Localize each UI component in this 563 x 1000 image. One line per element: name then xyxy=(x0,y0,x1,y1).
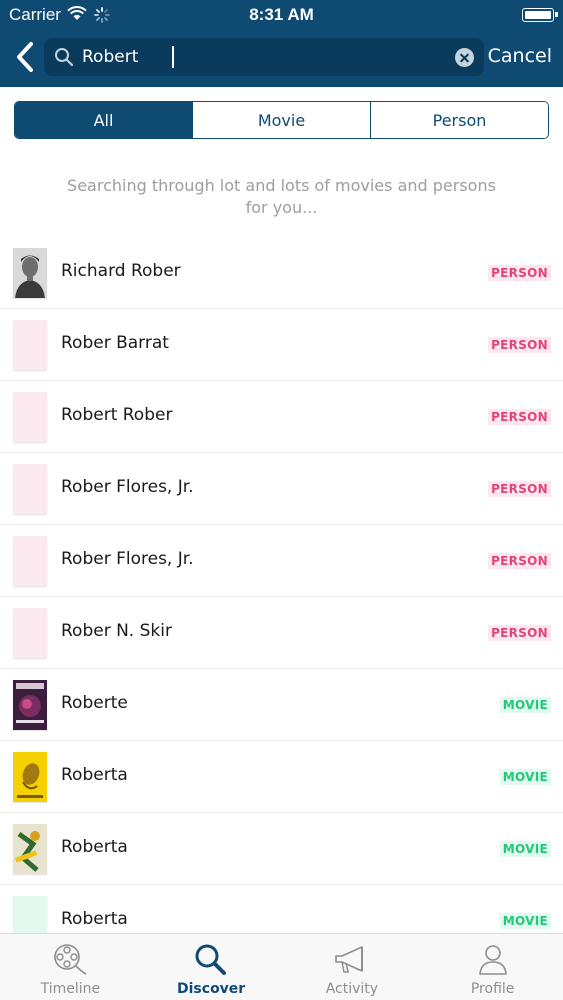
result-title: Rober Flores, Jr. xyxy=(61,549,194,569)
list-item[interactable]: Robert Rober PERSON xyxy=(0,381,563,453)
film-reel-icon xyxy=(54,944,87,975)
tab-timeline[interactable]: Timeline xyxy=(0,934,141,1000)
placeholder-thumbnail xyxy=(13,392,47,442)
clear-search-button[interactable] xyxy=(455,48,474,67)
battery-icon xyxy=(522,8,558,22)
type-badge: MOVIE xyxy=(499,841,551,857)
type-badge: MOVIE xyxy=(499,769,551,785)
tab-discover[interactable]: Discover xyxy=(141,934,282,1000)
megaphone-icon xyxy=(335,946,363,973)
type-badge: PERSON xyxy=(488,553,551,569)
search-bar xyxy=(44,38,484,76)
movie-poster xyxy=(13,824,47,874)
cancel-button[interactable]: Cancel xyxy=(488,45,552,67)
movie-poster xyxy=(13,752,47,802)
result-title: Roberta xyxy=(61,909,128,929)
result-title: Rober Flores, Jr. xyxy=(61,477,194,497)
status-bar: Carrier 8:31 AM xyxy=(0,0,563,30)
list-item[interactable]: Roberte MOVIE xyxy=(0,669,563,741)
placeholder-thumbnail xyxy=(13,320,47,370)
segment-all[interactable]: All xyxy=(15,102,192,138)
segment-person[interactable]: Person xyxy=(370,102,548,138)
person-photo xyxy=(13,248,47,298)
results-list: Richard Rober PERSON Rober Barrat PERSON… xyxy=(0,237,563,957)
tab-label: Profile xyxy=(470,981,515,997)
result-title: Richard Rober xyxy=(61,261,181,281)
tab-label: Activity xyxy=(325,981,379,997)
list-item[interactable]: Rober N. Skir PERSON xyxy=(0,597,563,669)
placeholder-thumbnail xyxy=(13,536,47,586)
movie-poster xyxy=(13,680,47,730)
segment-movie[interactable]: Movie xyxy=(192,102,370,138)
type-badge: PERSON xyxy=(488,409,551,425)
searching-message: Searching through lot and lots of movies… xyxy=(67,176,496,217)
filter-segmented-control: All Movie Person xyxy=(14,101,549,139)
result-title: Roberta xyxy=(61,837,128,857)
list-item[interactable]: Rober Flores, Jr. PERSON xyxy=(0,453,563,525)
list-item[interactable]: Rober Barrat PERSON xyxy=(0,309,563,381)
list-item[interactable]: Rober Flores, Jr. PERSON xyxy=(0,525,563,597)
list-item[interactable]: Roberta MOVIE xyxy=(0,813,563,885)
tab-activity[interactable]: Activity xyxy=(282,934,423,1000)
search-icon xyxy=(195,944,227,975)
chevron-left-icon xyxy=(17,42,33,72)
placeholder-thumbnail xyxy=(13,464,47,514)
search-input[interactable] xyxy=(82,42,442,72)
type-badge: MOVIE xyxy=(499,913,551,929)
list-item[interactable]: Richard Rober PERSON xyxy=(0,237,563,309)
result-title: Roberte xyxy=(61,693,128,713)
header: Carrier 8:31 AM Robert Cancel xyxy=(0,0,563,87)
type-badge: PERSON xyxy=(488,481,551,497)
type-badge: PERSON xyxy=(488,625,551,641)
person-icon xyxy=(478,945,507,975)
search-icon xyxy=(54,47,74,71)
result-title: Robert Rober xyxy=(61,405,173,425)
tab-profile[interactable]: Profile xyxy=(422,934,563,1000)
tab-bar: Timeline Discover Activity Profile xyxy=(0,933,563,1000)
type-badge: MOVIE xyxy=(499,697,551,713)
type-badge: PERSON xyxy=(488,265,551,281)
text-cursor xyxy=(172,46,174,68)
tab-label: Discover xyxy=(177,981,246,997)
clock: 8:31 AM xyxy=(249,5,314,24)
placeholder-thumbnail xyxy=(13,608,47,658)
result-title: Roberta xyxy=(61,765,128,785)
back-button[interactable] xyxy=(12,41,40,73)
result-title: Rober Barrat xyxy=(61,333,169,353)
result-title: Rober N. Skir xyxy=(61,621,172,641)
type-badge: PERSON xyxy=(488,337,551,353)
tab-label: Timeline xyxy=(40,981,101,997)
list-item[interactable]: Roberta MOVIE xyxy=(0,741,563,813)
